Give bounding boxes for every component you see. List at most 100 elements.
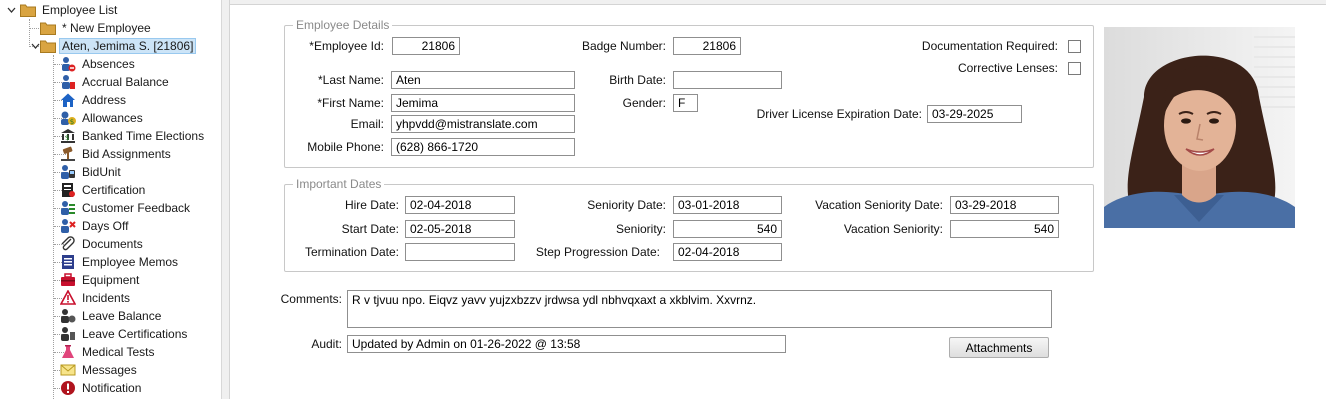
hire-date-label: Hire Date: [344, 198, 399, 212]
splitter[interactable] [222, 0, 230, 399]
tree-item-label: Leave Balance [82, 309, 162, 323]
tree-item-label: Address [82, 93, 127, 107]
documentation-required-checkbox[interactable] [1068, 40, 1081, 53]
tree-item-notification[interactable]: Notification [60, 379, 144, 397]
tree-item-label: Equipment [82, 273, 140, 287]
accrual-icon [60, 74, 76, 90]
alert-icon [60, 380, 76, 396]
tree-item-leave-balance[interactable]: Leave Balance [60, 307, 164, 325]
audit-field[interactable]: Updated by Admin on 01-26-2022 @ 13:58 [347, 335, 786, 353]
last-name-label: *Last Name: [317, 73, 384, 87]
employee-tree[interactable]: Employee List * New Employee Aten, Jemim… [0, 0, 222, 399]
folder-icon [40, 20, 56, 36]
tree-item-label: Messages [82, 363, 137, 377]
tree-item-bid-assignments[interactable]: Bid Assignments [60, 145, 174, 163]
step-progression-date-field[interactable]: 02-04-2018 [673, 243, 782, 261]
start-date-field[interactable]: 02-05-2018 [405, 220, 515, 238]
first-name-field[interactable]: Jemima [391, 94, 575, 112]
vacation-seniority-label: Vacation Seniority: [843, 222, 943, 236]
gender-field[interactable]: F [673, 94, 698, 112]
tree-item-incidents[interactable]: Incidents [60, 289, 133, 307]
tree-item-customer-feedback[interactable]: Customer Feedback [60, 199, 193, 217]
gavel-icon [60, 146, 76, 162]
vacation-seniority-field[interactable]: 540 [950, 220, 1059, 238]
tree-item-leave-certifications[interactable]: Leave Certifications [60, 325, 190, 343]
tree-item-certification[interactable]: Certification [60, 181, 148, 199]
documentation-required-label: Documentation Required: [921, 39, 1058, 53]
tree-item-medical-tests[interactable]: Medical Tests [60, 343, 157, 361]
driver-license-expiration-field[interactable]: 03-29-2025 [927, 105, 1022, 123]
first-name-label: *First Name: [317, 96, 384, 110]
tree-item-equipment[interactable]: Equipment [60, 271, 142, 289]
top-strip [230, 0, 1326, 5]
tree-item-new-employee[interactable]: * New Employee [40, 19, 154, 37]
toolbox-icon [60, 272, 76, 288]
tree-item-messages[interactable]: Messages [60, 361, 140, 379]
email-field[interactable]: yhpvdd@mistranslate.com [391, 115, 575, 133]
chevron-down-icon[interactable] [30, 41, 40, 51]
seniority-field[interactable]: 540 [673, 220, 782, 238]
paperclip-icon [60, 236, 76, 252]
birth-date-field[interactable] [673, 71, 782, 89]
days-off-icon [60, 218, 76, 234]
tree-item-documents[interactable]: Documents [60, 235, 146, 253]
corrective-lenses-label: Corrective Lenses: [957, 61, 1058, 75]
tree-item-absences[interactable]: Absences [60, 55, 138, 73]
bank-icon: $ [60, 128, 76, 144]
tree-item-label: Absences [82, 57, 135, 71]
tree-item-label: Bid Assignments [82, 147, 171, 161]
tree-item-employee-memos[interactable]: Employee Memos [60, 253, 181, 271]
warning-icon [60, 290, 76, 306]
tree-item-label: BidUnit [82, 165, 121, 179]
tree-item-accrual-balance[interactable]: Accrual Balance [60, 73, 172, 91]
memo-icon [60, 254, 76, 270]
mobile-phone-label: Mobile Phone: [307, 140, 384, 154]
tree-item-days-off[interactable]: Days Off [60, 217, 131, 235]
absences-icon [60, 56, 76, 72]
chevron-down-icon[interactable] [6, 5, 16, 15]
tree-item-label: Incidents [82, 291, 131, 305]
tree-item-label: Aten, Jemima S. [21806] [59, 38, 197, 54]
tree-item-allowances[interactable]: $ Allowances [60, 109, 146, 127]
comments-label: Comments: [280, 292, 342, 306]
tree-item-label: Medical Tests [82, 345, 155, 359]
flask-icon [60, 344, 76, 360]
termination-date-field[interactable] [405, 243, 515, 261]
vacation-seniority-date-field[interactable]: 03-29-2018 [950, 196, 1059, 214]
leave-cert-icon [60, 326, 76, 342]
hire-date-field[interactable]: 02-04-2018 [405, 196, 515, 214]
tree-item-bidunit[interactable]: BidUnit [60, 163, 124, 181]
tree-item-address[interactable]: Address [60, 91, 129, 109]
feedback-icon [60, 200, 76, 216]
seniority-date-field[interactable]: 03-01-2018 [673, 196, 782, 214]
money-icon: $ [60, 110, 76, 126]
folder-icon [20, 2, 36, 18]
employee-id-field[interactable]: 21806 [392, 37, 460, 55]
attachments-button[interactable]: Attachments [949, 337, 1049, 358]
mobile-phone-field[interactable]: (628) 866-1720 [391, 138, 575, 156]
employee-photo [1104, 27, 1295, 228]
tree-root-label: Employee List [42, 3, 118, 17]
tree-root-employee-list[interactable]: Employee List [20, 1, 120, 19]
tree-item-label: Allowances [82, 111, 143, 125]
tree-item-banked-time-elections[interactable]: $ Banked Time Elections [60, 127, 207, 145]
comments-field[interactable]: R v tjvuu npo. Eiqvz yavv yujzxbzzv jrdw… [347, 290, 1052, 328]
envelope-icon [60, 362, 76, 378]
seniority-date-label: Seniority Date: [587, 198, 666, 212]
certificate-icon [60, 182, 76, 198]
audit-label: Audit: [311, 337, 342, 351]
badge-number-field[interactable]: 21806 [673, 37, 741, 55]
important-dates-legend: Important Dates [293, 177, 385, 191]
tree-item-label: Employee Memos [82, 255, 179, 269]
tree-item-label: Notification [82, 381, 142, 395]
tree-item-label: Banked Time Elections [82, 129, 205, 143]
corrective-lenses-checkbox[interactable] [1068, 62, 1081, 75]
svg-text:$: $ [65, 134, 69, 142]
tree-item-selected-employee[interactable]: Aten, Jemima S. [21806] [40, 37, 197, 55]
tree-item-label: Days Off [82, 219, 129, 233]
driver-license-label: Driver License Expiration Date: [756, 107, 922, 121]
last-name-field[interactable]: Aten [391, 71, 575, 89]
vacation-seniority-date-label: Vacation Seniority Date: [815, 198, 943, 212]
tree-item-label: Customer Feedback [82, 201, 191, 215]
seniority-label: Seniority: [615, 222, 666, 236]
